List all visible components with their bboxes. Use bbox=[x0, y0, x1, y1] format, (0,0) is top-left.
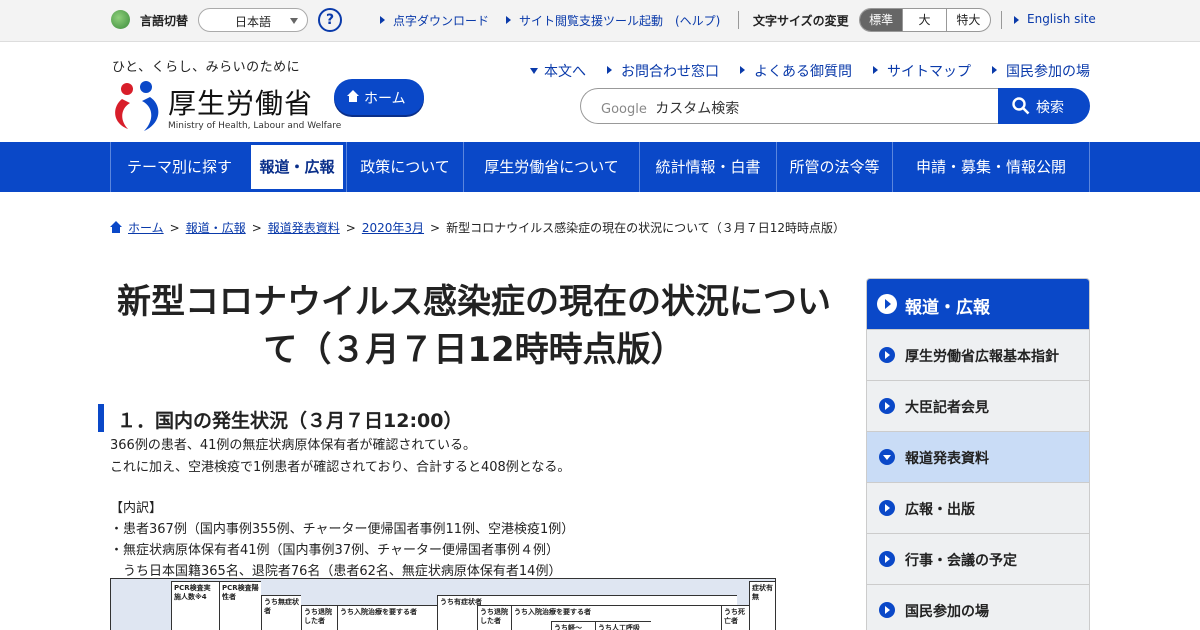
font-size-switcher: 標準 大 特大 bbox=[859, 8, 991, 32]
nav-item-themes[interactable]: テーマ別に探す bbox=[110, 142, 248, 192]
search-button[interactable]: 検索 bbox=[998, 88, 1090, 124]
nav-item-about[interactable]: 厚生労働省について bbox=[463, 142, 639, 192]
body-text: これに加え、空港検疫で1例患者が確認されており、合計すると408例となる。 bbox=[110, 460, 571, 475]
font-size-xlarge-button[interactable]: 特大 bbox=[945, 9, 990, 31]
nav-item-policy[interactable]: 政策について bbox=[346, 142, 463, 192]
nav-item-statistics[interactable]: 統計情報・白書 bbox=[639, 142, 776, 192]
global-nav: テーマ別に探す 報道・広報 政策について 厚生労働省について 統計情報・白書 所… bbox=[0, 142, 1200, 192]
nav-item-applications[interactable]: 申請・募集・情報公開 bbox=[892, 142, 1089, 192]
section-heading: １．国内の発生状況（３月７日12:00） bbox=[117, 410, 463, 432]
breadcrumb-separator: > bbox=[345, 221, 356, 235]
divider bbox=[1001, 11, 1002, 29]
globe-icon bbox=[111, 10, 130, 29]
nav-divider bbox=[1089, 142, 1090, 192]
search-placeholder: カスタム検索 bbox=[655, 101, 740, 117]
language-select[interactable]: 日本語 bbox=[198, 8, 308, 32]
chevron-right-circle-icon bbox=[877, 294, 897, 314]
home-button[interactable]: ホーム bbox=[334, 79, 424, 115]
chevron-right-circle-icon bbox=[879, 347, 895, 363]
case-summary-table: PCR検査実施人数※4 PCR検査陽性者 うち無症状者 うち退院した者 うち入院… bbox=[110, 578, 776, 630]
search-input[interactable]: Google カスタム検索 bbox=[580, 88, 1000, 124]
home-icon bbox=[347, 90, 359, 102]
ministry-logo-icon[interactable] bbox=[110, 77, 162, 133]
chevron-right-circle-icon bbox=[879, 398, 895, 414]
table-header-cell: うち人工呼吸 bbox=[595, 621, 651, 630]
sidebar-nav: 報道・広報 厚生労働省広報基本指針 大臣記者会見 報道発表資料 広報・出版 行事… bbox=[866, 278, 1090, 630]
sidebar-item-pr-policy[interactable]: 厚生労働省広報基本指針 bbox=[867, 329, 1089, 380]
home-icon bbox=[110, 221, 122, 233]
font-size-standard-button[interactable]: 標準 bbox=[860, 9, 903, 31]
search-button-label: 検索 bbox=[1036, 100, 1064, 116]
sidebar-item-publications[interactable]: 広報・出版 bbox=[867, 482, 1089, 533]
chevron-right-circle-icon bbox=[879, 551, 895, 567]
table-header-cell: PCR検査陽性者 bbox=[219, 581, 261, 630]
public-participation-link[interactable]: 国民参加の場 bbox=[992, 61, 1090, 81]
table-header-cell: うち死亡者 bbox=[721, 605, 749, 630]
sidebar-item-events[interactable]: 行事・会議の予定 bbox=[867, 533, 1089, 584]
sitemap-link[interactable]: サイトマップ bbox=[873, 61, 971, 81]
body-text: うち日本国籍365名、退院者76名（患者62名、無症状病原体保有者14例） bbox=[110, 564, 562, 579]
sidebar-item-press-conference[interactable]: 大臣記者会見 bbox=[867, 380, 1089, 431]
sidebar-title[interactable]: 報道・広報 bbox=[867, 279, 1089, 329]
breadcrumb-month[interactable]: 2020年3月 bbox=[362, 221, 424, 235]
body-text: ・無症状病原体保有者41例（国内事例37例、チャーター便帰国者事例４例） bbox=[110, 543, 559, 558]
search-brand: Google bbox=[601, 102, 647, 117]
contact-link[interactable]: お問合わせ窓口 bbox=[607, 61, 719, 81]
divider bbox=[738, 11, 739, 29]
utility-bar: 言語切替 日本語 ? 点字ダウンロード サイト閲覧支援ツール起動 (ヘルプ) 文… bbox=[0, 0, 1200, 42]
language-value: 日本語 bbox=[235, 15, 272, 29]
search-icon bbox=[1012, 97, 1030, 115]
access-tool-link[interactable]: サイト閲覧支援ツール起動 (ヘルプ) bbox=[505, 12, 720, 29]
sidebar-title-label: 報道・広報 bbox=[905, 298, 990, 318]
chevron-right-circle-icon bbox=[879, 500, 895, 516]
table-header-cell: PCR検査実施人数※4 bbox=[171, 581, 219, 630]
table-header-cell: うち入院治療を要する者 bbox=[337, 605, 437, 630]
sidebar-item-label: 行事・会議の予定 bbox=[905, 553, 1017, 569]
breadcrumb-press[interactable]: 報道・広報 bbox=[186, 221, 246, 235]
logo-subtitle: Ministry of Health, Labour and Welfare bbox=[168, 121, 342, 131]
logo-name: 厚生労働省 bbox=[168, 87, 314, 120]
section-heading-bar bbox=[98, 404, 104, 432]
breadcrumb-separator: > bbox=[169, 221, 180, 235]
home-button-label: ホーム bbox=[364, 91, 406, 107]
sidebar-item-label: 広報・出版 bbox=[905, 502, 975, 518]
sidebar-item-label: 大臣記者会見 bbox=[905, 400, 989, 416]
breadcrumb-home[interactable]: ホーム bbox=[128, 221, 164, 235]
sidebar-item-label: 厚生労働省広報基本指針 bbox=[905, 349, 1059, 365]
sidebar-item-label: 国民参加の場 bbox=[905, 604, 989, 620]
skip-to-content-link[interactable]: 本文へ bbox=[530, 61, 586, 81]
chevron-down-icon bbox=[290, 18, 298, 24]
body-text: 366例の患者、41例の無症状病原体保有者が確認されている。 bbox=[110, 438, 476, 453]
nav-item-press[interactable]: 報道・広報 bbox=[248, 142, 346, 192]
nav-item-laws[interactable]: 所管の法令等 bbox=[776, 142, 892, 192]
breadcrumb: ホーム > 報道・広報 > 報道発表資料 >2020年3月 > 新型コロナウイルス感染症の現在… bbox=[110, 219, 845, 236]
table-header-cell: うち退院した者 bbox=[301, 605, 337, 630]
breakdown-heading: 【内訳】 bbox=[110, 501, 163, 516]
table-header-cell: うち軽～ bbox=[551, 621, 595, 630]
sidebar-item-label: 報道発表資料 bbox=[905, 451, 989, 467]
font-size-large-button[interactable]: 大 bbox=[902, 9, 945, 31]
breadcrumb-releases[interactable]: 報道発表資料 bbox=[268, 221, 340, 235]
faq-link[interactable]: よくある御質問 bbox=[740, 61, 852, 81]
breadcrumb-current: 新型コロナウイルス感染症の現在の状況について（３月７日12時時点版） bbox=[446, 221, 846, 235]
english-site-link[interactable]: English site bbox=[1014, 12, 1096, 26]
breadcrumb-separator: > bbox=[251, 221, 262, 235]
language-label: 言語切替 bbox=[140, 14, 189, 28]
braille-download-link[interactable]: 点字ダウンロード bbox=[379, 12, 489, 29]
table-header-cell: うち退院した者 bbox=[477, 605, 511, 630]
chevron-right-circle-icon bbox=[879, 602, 895, 618]
body-text: ・患者367例（国内事例355例、チャーター便帰国者事例11例、空港検疫1例） bbox=[110, 522, 575, 537]
page-title: 新型コロナウイルス感染症の現在の状況について（３月７日12時時点版） bbox=[117, 282, 831, 370]
font-size-label: 文字サイズの変更 bbox=[753, 14, 849, 28]
tagline: ひと、くらし、みらいのために bbox=[112, 60, 301, 75]
table-header-cell: うち無症状者 bbox=[261, 595, 301, 630]
table-header-cell: 症状有無 bbox=[749, 581, 775, 630]
help-button[interactable]: ? bbox=[318, 8, 342, 32]
sidebar-item-participation[interactable]: 国民参加の場 bbox=[867, 584, 1089, 630]
sidebar-item-press-releases[interactable]: 報道発表資料 bbox=[867, 431, 1089, 482]
chevron-down-circle-icon bbox=[879, 449, 895, 465]
breadcrumb-separator: > bbox=[430, 221, 441, 235]
